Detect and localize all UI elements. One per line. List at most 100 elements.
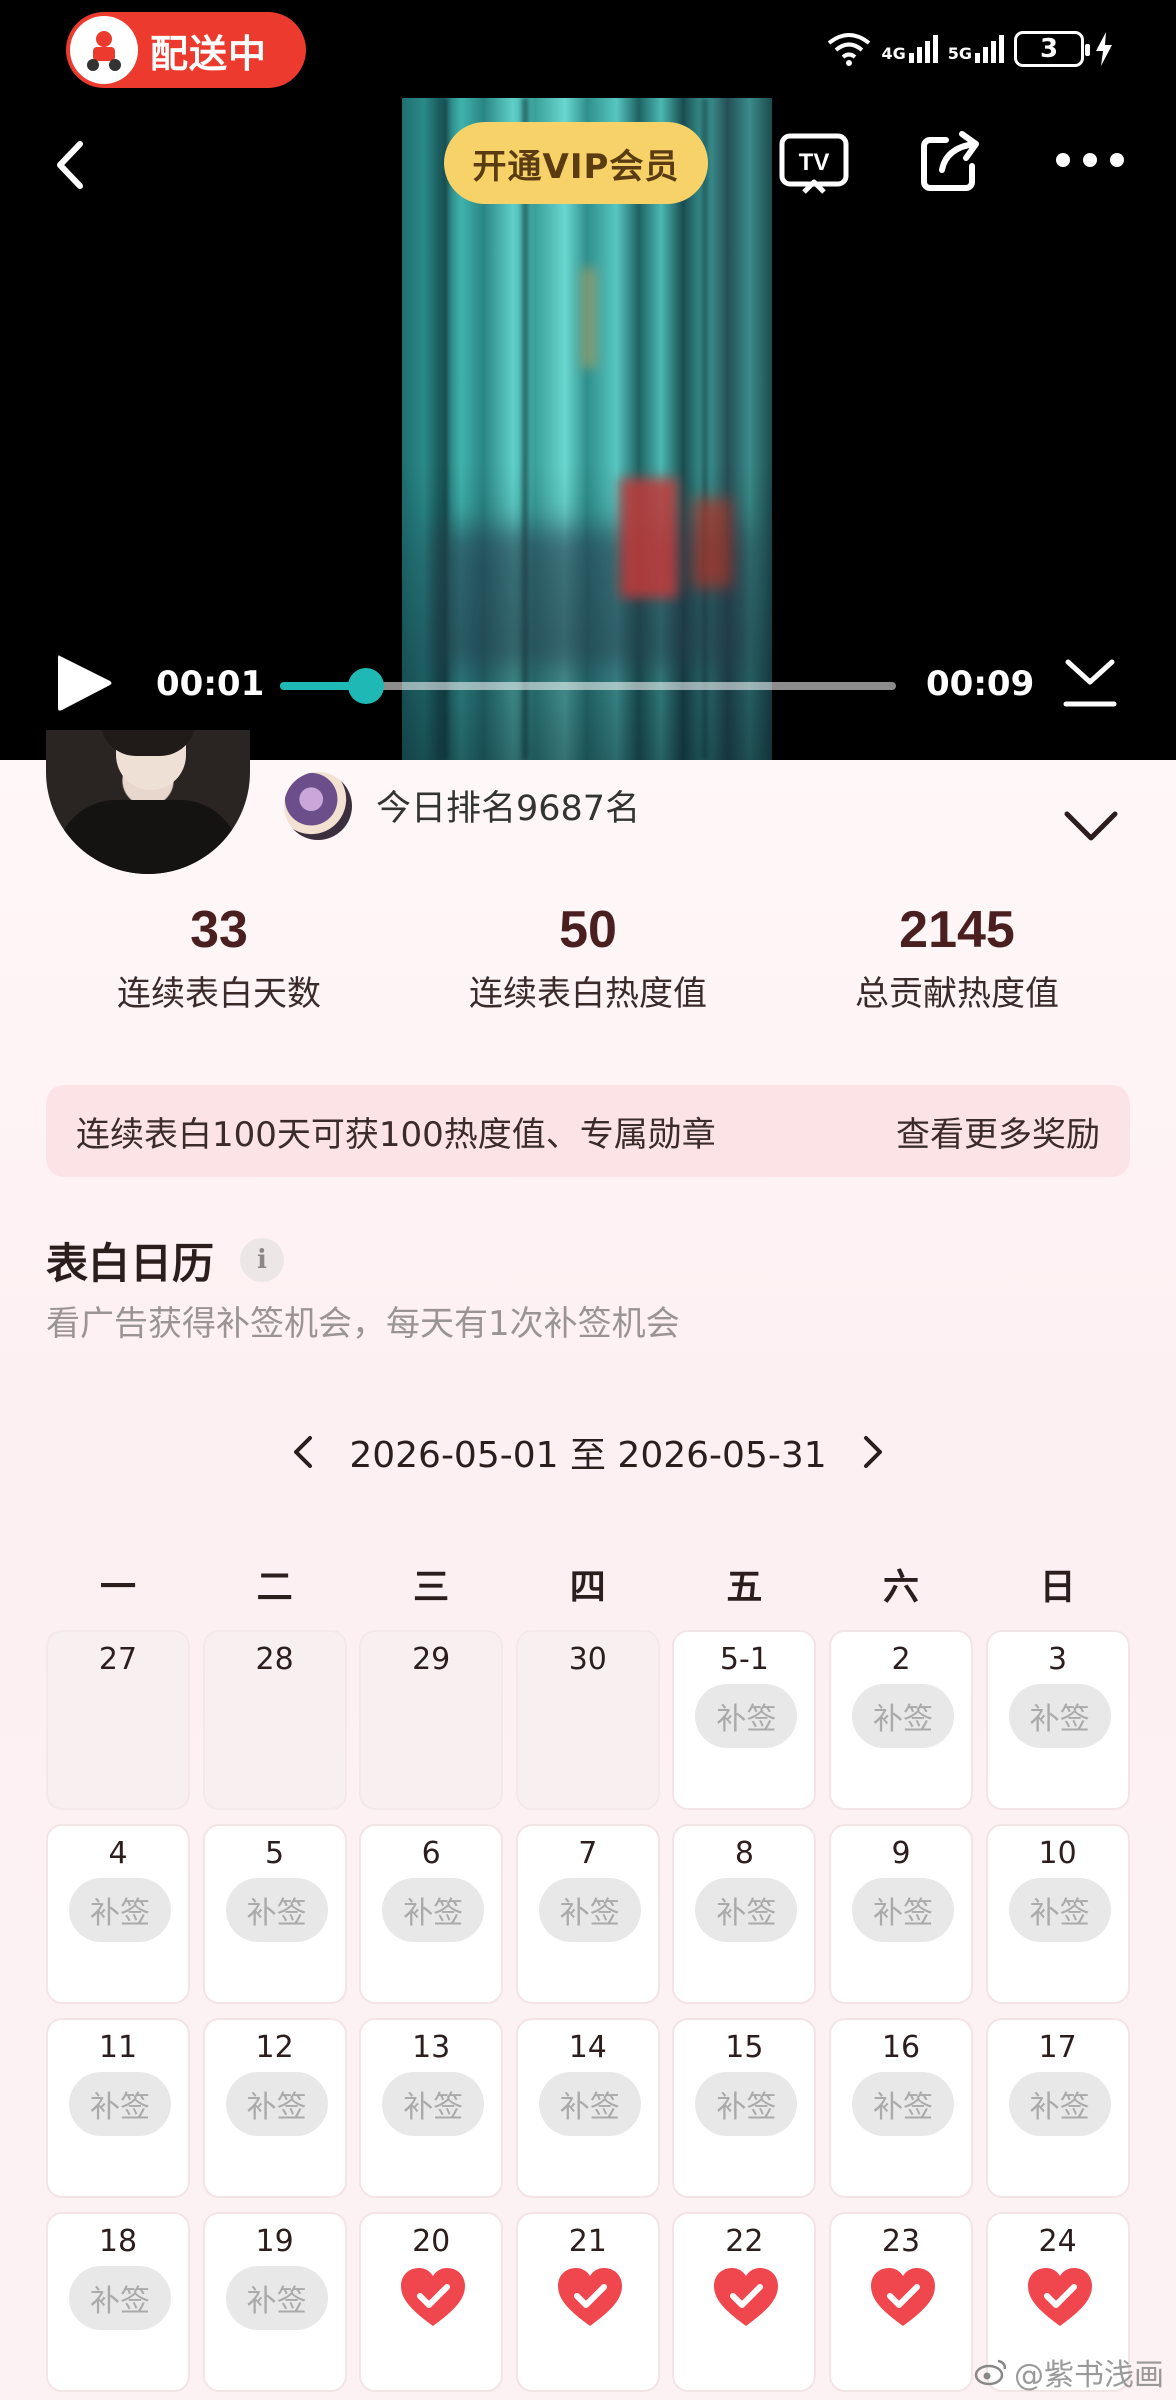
calendar-day-cell: 30 [515,1630,660,1810]
tv-cast-icon[interactable]: TV [778,130,850,198]
day-number: 13 [412,2030,451,2065]
calendar-day-cell: 29 [359,1630,504,1810]
makeup-signin-button[interactable]: 补签 [695,1684,798,1748]
calendar-day-cell[interactable]: 19 补签 [202,2212,347,2392]
makeup-signin-button[interactable]: 补签 [69,2072,171,2136]
calendar-day-cell[interactable]: 13 补签 [359,2018,504,2198]
heart-check-icon [867,2262,939,2334]
makeup-signin-button[interactable]: 补签 [225,2266,328,2330]
calendar-day-cell[interactable]: 2 补签 [829,1630,973,1810]
chevron-right-icon[interactable] [858,1432,888,1472]
info-icon[interactable]: i [240,1238,284,1282]
play-icon[interactable] [54,652,114,714]
day-number: 12 [255,2030,294,2065]
daily-rank: 今日排名9687名 [376,789,641,829]
day-number: 19 [255,2224,294,2259]
weekday-label: 一 [99,1567,136,1608]
more-options-icon[interactable] [1056,148,1124,172]
makeup-signin-button[interactable]: 补签 [538,1878,641,1942]
day-number: 29 [412,1642,451,1677]
calendar-day-cell[interactable]: 14 补签 [515,2018,660,2198]
stat-total-heat: 2145 总贡献热度值 [855,901,1059,1014]
makeup-signin-button[interactable]: 补签 [538,2072,641,2136]
calendar-day-cell[interactable]: 3 补签 [985,1630,1130,1810]
delivery-label: 配送中 [150,31,268,76]
system-status-icons: 4G 5G 3 [827,26,1114,72]
user-avatar[interactable] [284,772,352,840]
day-number: 8 [734,1836,754,1871]
calendar-day-cell[interactable]: 10 补签 [985,1824,1130,2004]
checkin-panel: 今日排名9687名 33 连续表白天数 50 连续表白热度值 2145 总贡献热… [0,730,1176,2400]
progress-bar[interactable] [280,668,896,704]
makeup-signin-button[interactable]: 补签 [695,2072,798,2136]
makeup-signin-button[interactable]: 补签 [695,1878,798,1942]
day-number: 21 [568,2224,607,2259]
stat-consecutive-heat: 50 连续表白热度值 [469,901,707,1014]
calendar-day-cell[interactable]: 15 补签 [672,2018,817,2198]
weekday-label: 二 [256,1567,293,1608]
reward-banner[interactable]: 连续表白100天可获100热度值、专属勋章 查看更多奖励 [46,1085,1130,1177]
calendar-day-cell[interactable]: 18 补签 [46,2212,190,2392]
calendar-day-cell[interactable]: 9 补签 [829,1824,973,2004]
calendar-day-cell[interactable]: 11 补签 [46,2018,190,2198]
makeup-signin-button[interactable]: 补签 [852,2072,954,2136]
day-number: 4 [108,1836,128,1871]
day-number: 14 [568,2030,607,2065]
day-number: 2 [891,1642,911,1677]
back-button[interactable] [42,130,98,200]
calendar-subtitle: 看广告获得补签机会，每天有1次补签机会 [46,1304,680,1344]
chevron-left-icon[interactable] [288,1432,318,1472]
calendar-title: 表白日历 [46,1239,215,1288]
profile-avatar[interactable] [46,730,250,874]
day-number: 24 [1038,2224,1077,2259]
calendar-day-cell[interactable]: 21 [515,2212,660,2392]
calendar-day-cell[interactable]: 17 补签 [985,2018,1130,2198]
calendar-day-cell[interactable]: 5-1 补签 [672,1630,817,1810]
calendar-day-cell[interactable]: 22 [672,2212,817,2392]
makeup-signin-button[interactable]: 补签 [1008,1684,1111,1748]
day-number: 9 [891,1836,911,1871]
chevron-down-icon[interactable] [1062,808,1120,844]
makeup-signin-button[interactable]: 补签 [382,2072,485,2136]
video-player[interactable]: 配送中 4G 5G 3 开通VIP会员 TV 00:01 00:09 [0,0,1176,760]
delivery-status-pill[interactable]: 配送中 [66,12,306,88]
calendar-day-cell[interactable]: 16 补签 [829,2018,973,2198]
weekday-label: 三 [413,1567,450,1608]
makeup-signin-button[interactable]: 补签 [1008,1878,1111,1942]
day-number: 18 [98,2224,138,2259]
open-vip-button[interactable]: 开通VIP会员 [444,122,708,204]
makeup-signin-button[interactable]: 补签 [69,1878,171,1942]
makeup-signin-button[interactable]: 补签 [69,2266,171,2330]
calendar-day-cell[interactable]: 12 补签 [202,2018,347,2198]
calendar-day-cell[interactable]: 4 补签 [46,1824,190,2004]
view-more-rewards-link[interactable]: 查看更多奖励 [896,1107,1100,1156]
date-range-nav: 2026-05-01 至 2026-05-31 [0,1424,1176,1480]
minimize-icon[interactable] [1060,656,1120,712]
wifi-icon [828,33,871,66]
calendar-day-cell[interactable]: 6 补签 [359,1824,504,2004]
calendar-day-cell[interactable]: 8 补签 [672,1824,817,2004]
date-range: 2026-05-01 至 2026-05-31 [349,1435,827,1476]
day-number: 27 [98,1642,138,1677]
weekday-label: 日 [1039,1567,1076,1608]
day-number: 3 [1048,1642,1068,1677]
makeup-signin-button[interactable]: 补签 [852,1878,954,1942]
makeup-signin-button[interactable]: 补签 [852,1684,954,1748]
calendar-day-cell[interactable]: 23 [829,2212,973,2392]
calendar-day-cell[interactable]: 20 [359,2212,504,2392]
day-number: 11 [98,2030,138,2065]
current-time: 00:01 [156,664,265,704]
day-number: 20 [412,2224,451,2259]
makeup-signin-button[interactable]: 补签 [1008,2072,1111,2136]
reward-text: 连续表白100天可获100热度值、专属勋章 [76,1114,716,1155]
weekday-label: 四 [569,1567,606,1608]
progress-thumb[interactable] [348,668,385,704]
makeup-signin-button[interactable]: 补签 [225,1878,328,1942]
battery-icon: 3 [1014,31,1090,67]
calendar-day-cell[interactable]: 7 补签 [515,1824,660,2004]
day-number: 5-1 [719,1642,769,1677]
makeup-signin-button[interactable]: 补签 [382,1878,485,1942]
share-icon[interactable] [916,126,986,196]
calendar-day-cell[interactable]: 5 补签 [202,1824,347,2004]
makeup-signin-button[interactable]: 补签 [225,2072,328,2136]
